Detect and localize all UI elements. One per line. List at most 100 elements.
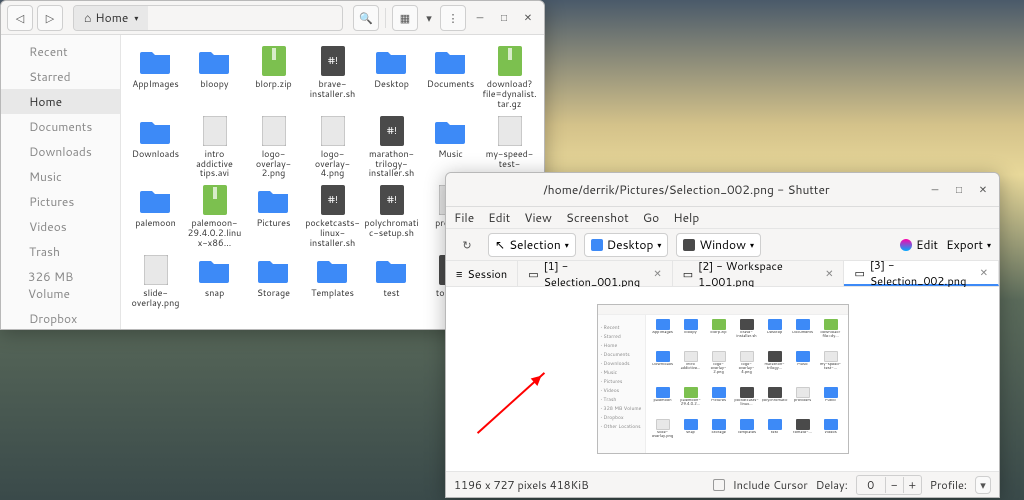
file-item[interactable]: my-speed-test- <box>481 115 538 179</box>
clock-icon <box>11 46 23 58</box>
doc-icon <box>491 115 529 147</box>
delay-stepper[interactable]: 0 − + <box>856 475 922 495</box>
file-item[interactable]: logo-overlay-2.png <box>245 115 302 179</box>
file-item[interactable]: Pictures <box>245 184 302 248</box>
disk-icon <box>11 279 22 291</box>
sidebar-item-pictures[interactable]: Pictures <box>1 189 120 214</box>
doc-icon <box>137 254 175 286</box>
menu-go[interactable]: Go <box>643 209 659 226</box>
path-home[interactable]: ⌂ Home ▾ <box>74 6 148 30</box>
redo-button[interactable]: ↻ <box>454 232 480 258</box>
annotation-arrow[interactable] <box>477 372 545 434</box>
sidebar-item-trash[interactable]: Trash <box>1 239 120 264</box>
close-button[interactable]: ✕ <box>973 180 993 200</box>
forward-button[interactable]: ▷ <box>37 5 63 31</box>
chevron-down-icon: ▾ <box>750 239 754 251</box>
folder-icon <box>432 45 470 77</box>
menu-view[interactable]: View <box>524 209 552 226</box>
menu-edit[interactable]: Edit <box>488 209 510 226</box>
file-item[interactable]: bloopy <box>186 45 243 109</box>
img-icon: ▭ <box>683 266 693 282</box>
file-item[interactable]: test <box>363 254 420 308</box>
sidebar-item-documents[interactable]: Documents <box>1 114 120 139</box>
menu-button[interactable]: ⋮ <box>440 5 466 31</box>
folder-icon <box>255 254 293 286</box>
menu-help[interactable]: Help <box>673 209 699 226</box>
sidebar-item-starred[interactable]: Starred <box>1 64 120 89</box>
file-item[interactable]: Documents <box>422 45 479 109</box>
file-item[interactable]: Downloads <box>127 115 184 179</box>
sidebar-item-dropbox[interactable]: Dropbox <box>1 306 120 329</box>
files-sidebar: RecentStarredHomeDocumentsDownloadsMusic… <box>1 35 121 329</box>
menu-screenshot[interactable]: Screenshot <box>566 209 629 226</box>
star-icon <box>11 71 23 83</box>
search-button[interactable]: 🔍 <box>353 5 379 31</box>
folder-icon <box>373 45 411 77</box>
menu-file[interactable]: File <box>454 209 474 226</box>
include-cursor-checkbox[interactable] <box>713 479 725 491</box>
file-item[interactable]: slide-overlay.png <box>127 254 184 308</box>
delay-increase[interactable]: + <box>903 477 921 493</box>
maximize-button[interactable]: □ <box>494 8 514 28</box>
svg-text:#!: #! <box>327 193 337 207</box>
sidebar-item-downloads[interactable]: Downloads <box>1 139 120 164</box>
file-item[interactable]: palemoon-29.4.0.2.linux-x86… <box>186 184 243 248</box>
desktop-tool[interactable]: Desktop ▾ <box>584 233 669 257</box>
sidebar-item-videos[interactable]: Videos <box>1 214 120 239</box>
chevron-down-icon: ▾ <box>565 239 569 251</box>
file-item[interactable]: logo-overlay-4.png <box>304 115 361 179</box>
profile-dropdown[interactable]: ▾ <box>975 476 991 494</box>
view-toggle-button[interactable]: ▦ <box>392 5 418 31</box>
tab-0[interactable]: ≡Session <box>446 261 518 286</box>
file-item[interactable]: snap <box>186 254 243 308</box>
sidebar-item-music[interactable]: Music <box>1 164 120 189</box>
delay-decrease[interactable]: − <box>885 477 903 493</box>
trash-icon <box>11 246 23 258</box>
folder-icon <box>137 184 175 216</box>
file-item[interactable]: download?file=dynalist.tar.gz <box>481 45 538 109</box>
file-item[interactable]: Desktop <box>363 45 420 109</box>
window-tool[interactable]: Window ▾ <box>676 233 761 257</box>
minimize-button[interactable]: — <box>925 180 945 200</box>
file-item[interactable]: intro addictive tips.avi <box>186 115 243 179</box>
zip-icon <box>196 184 234 216</box>
file-item[interactable]: AppImages <box>127 45 184 109</box>
sh-icon: #! <box>373 184 411 216</box>
view-dropdown[interactable]: ▾ <box>422 5 436 31</box>
shutter-canvas[interactable]: • Recent• Starred• Home• Documents• Down… <box>446 287 999 471</box>
selection-tool[interactable]: ↖ Selection ▾ <box>488 233 576 257</box>
tab-close[interactable]: ✕ <box>825 267 833 281</box>
sidebar-item-home[interactable]: Home <box>1 89 120 114</box>
file-item[interactable]: Storage <box>245 254 302 308</box>
file-item[interactable]: #!pocketcasts-linux-installer.sh <box>304 184 361 248</box>
close-button[interactable]: ✕ <box>518 8 538 28</box>
export-button[interactable]: Export ▾ <box>946 236 991 253</box>
shutter-title: /home/derrik/Pictures/Selection_002.png … <box>452 181 921 198</box>
file-item[interactable]: blorp.zip <box>245 45 302 109</box>
tab-close[interactable]: ✕ <box>980 266 988 280</box>
edit-button[interactable]: Edit <box>900 236 938 253</box>
maximize-button[interactable]: □ <box>949 180 969 200</box>
file-item[interactable]: #!marathon-trilogy-installer.sh <box>363 115 420 179</box>
file-item[interactable]: palemoon <box>127 184 184 248</box>
sidebar-item-recent[interactable]: Recent <box>1 39 120 64</box>
file-item[interactable]: Music <box>422 115 479 179</box>
chevron-down-icon: ▾ <box>987 239 991 251</box>
sidebar-item-326-mb-volume[interactable]: 326 MB Volume <box>1 264 120 306</box>
minimize-button[interactable]: — <box>470 8 490 28</box>
back-button[interactable]: ◁ <box>7 5 33 31</box>
tab-3[interactable]: ▭[3] - Selection_002.png✕ <box>844 261 999 286</box>
path-bar[interactable]: ⌂ Home ▾ <box>73 5 343 31</box>
shutter-titlebar: /home/derrik/Pictures/Selection_002.png … <box>446 173 999 207</box>
file-item[interactable]: #!polychromatic-setup.sh <box>363 184 420 248</box>
down-icon <box>11 146 23 158</box>
music-icon <box>11 171 23 183</box>
doc-icon <box>196 115 234 147</box>
folder-icon <box>137 115 175 147</box>
tab-2[interactable]: ▭[2] - Workspace 1_001.png✕ <box>673 261 845 286</box>
tab-1[interactable]: ▭[1] - Selection_001.png✕ <box>518 261 673 286</box>
tab-close[interactable]: ✕ <box>653 267 661 281</box>
file-item[interactable]: #!brave-installer.sh <box>304 45 361 109</box>
file-item[interactable]: Templates <box>304 254 361 308</box>
doc-icon <box>314 115 352 147</box>
